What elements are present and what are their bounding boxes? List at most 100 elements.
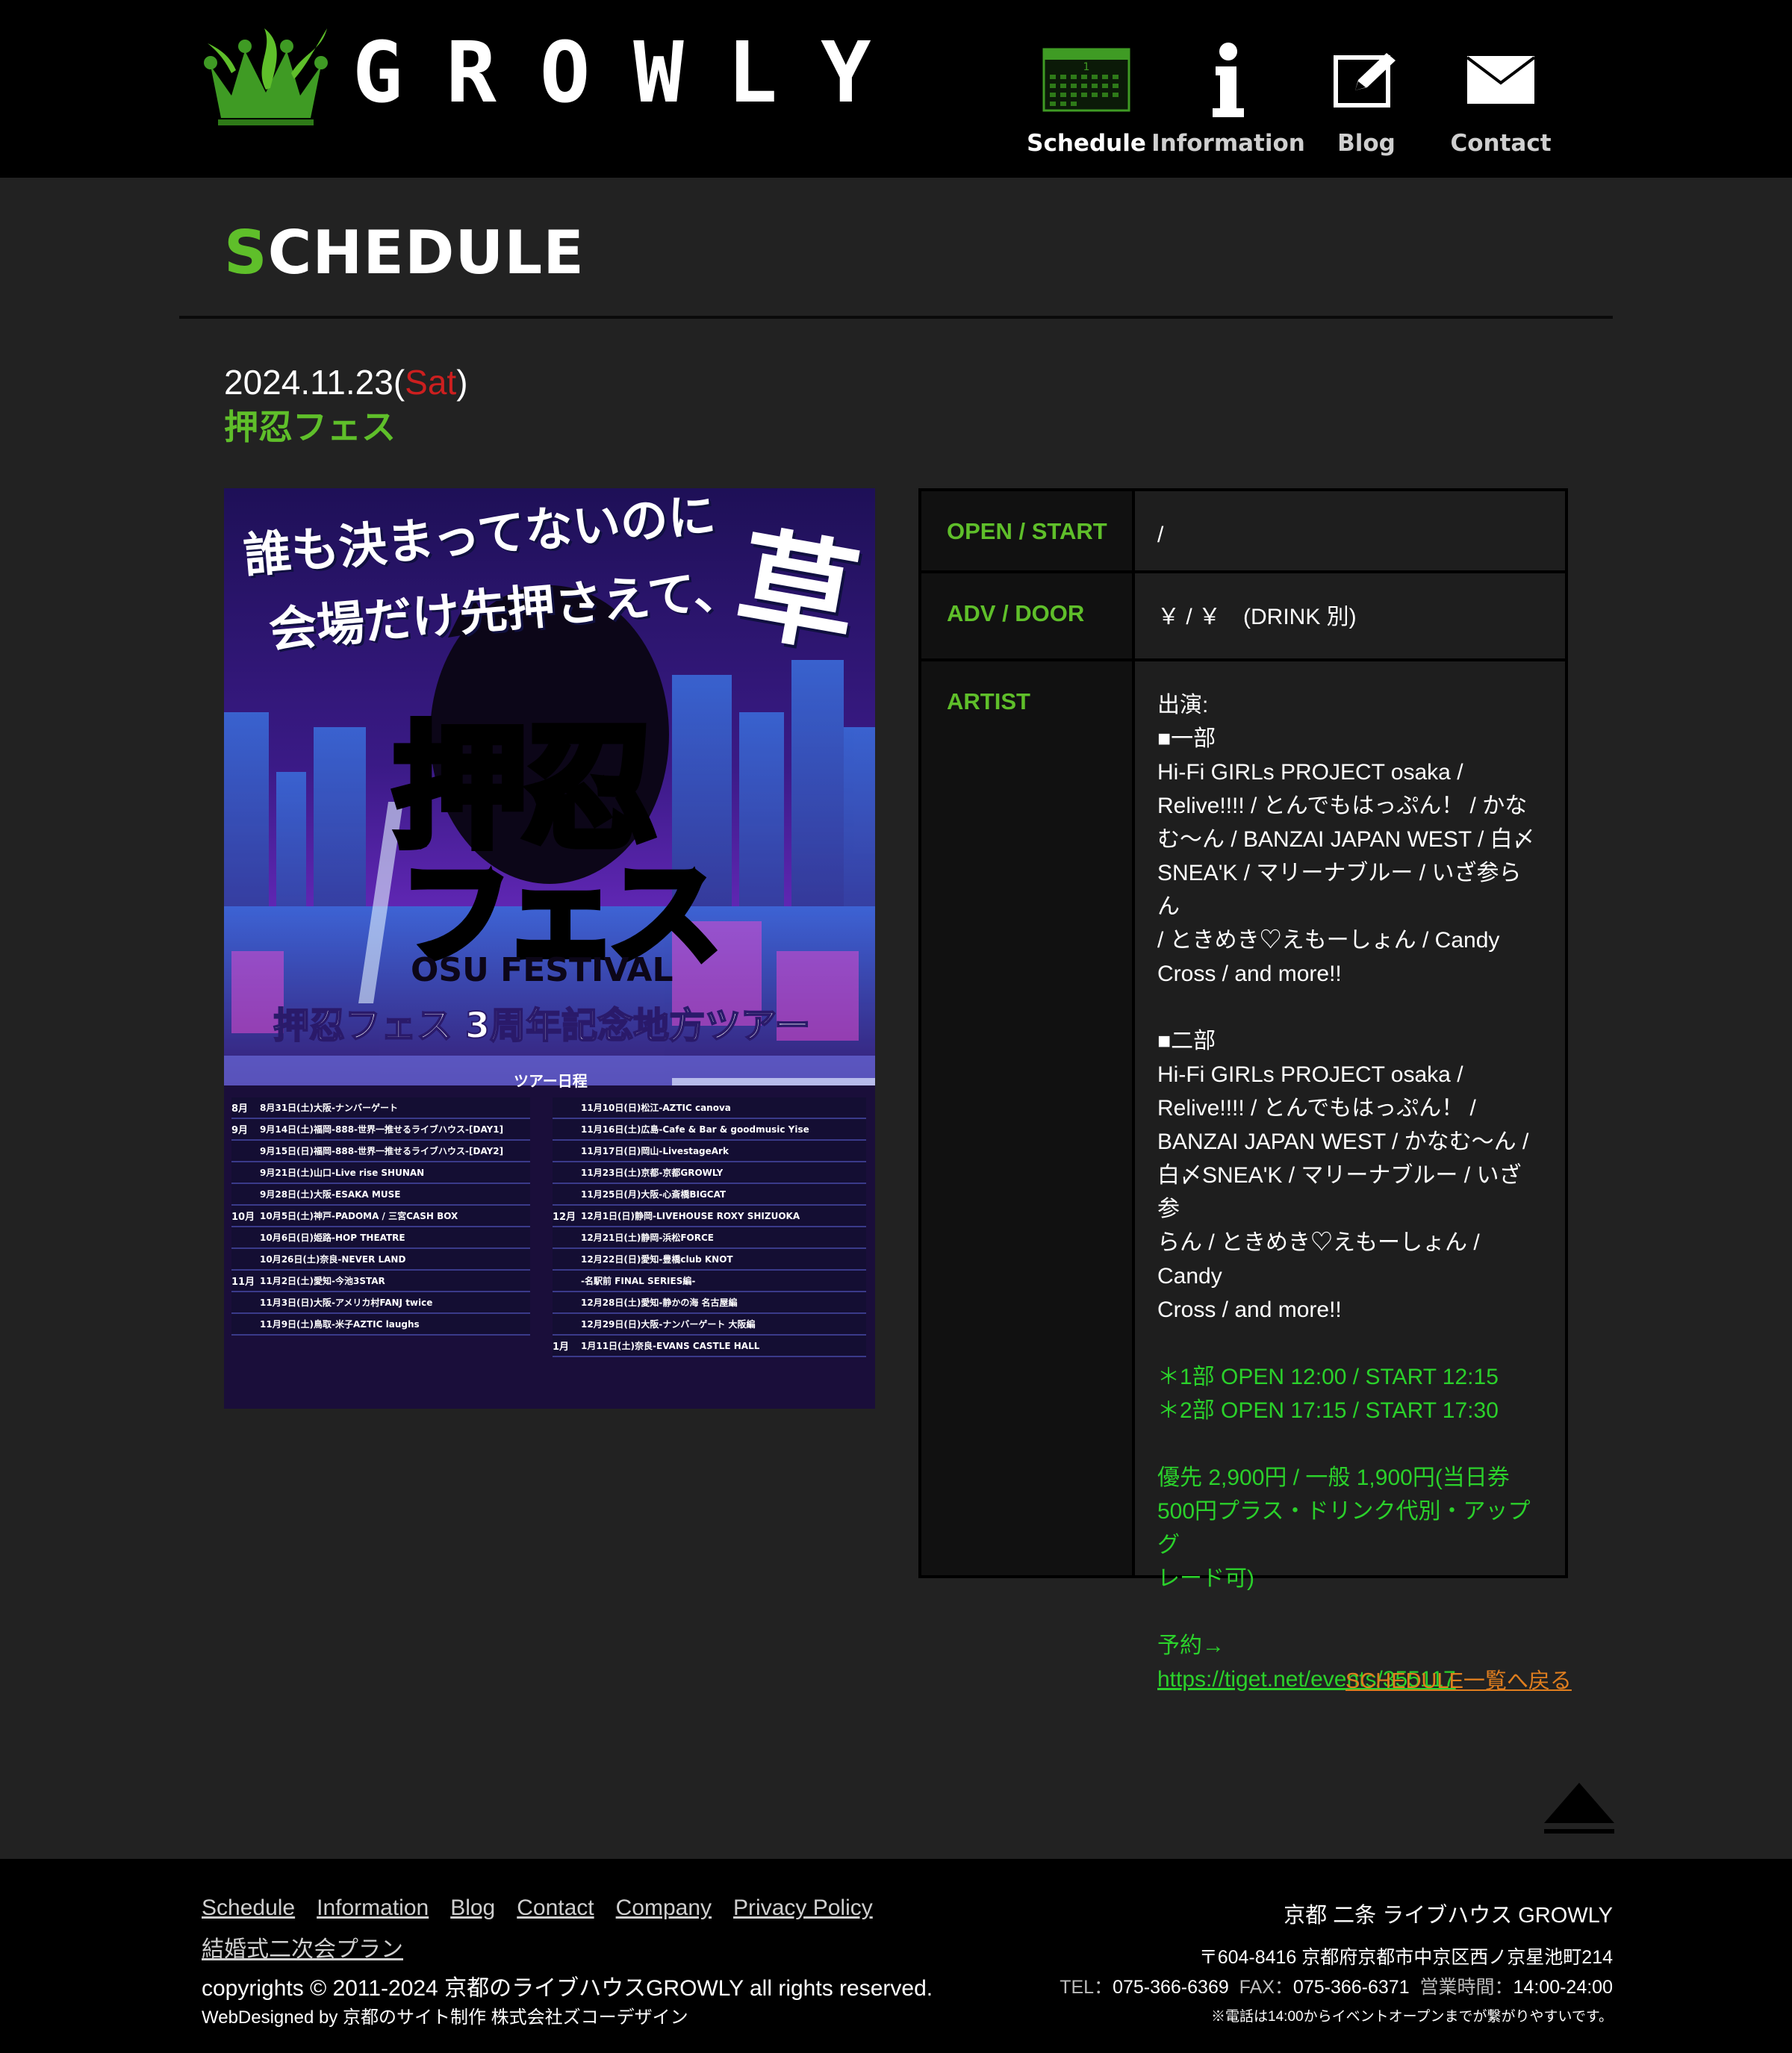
artist-line: Relive!!!! / とんでもはっぷん！ / <box>1157 1096 1476 1121</box>
footer-link-contact[interactable]: Contact <box>517 1887 594 1929</box>
main-nav: 1 Schedule Information Blog Contact <box>1023 39 1572 157</box>
fax-label: FAX： <box>1239 1977 1293 1998</box>
tour-date-row: 10月6日(日)姫路-HOP THEATRE <box>231 1227 530 1249</box>
tour-date-row: 11月10日(日)松江-AZTIC canova <box>553 1097 866 1119</box>
tour-month: 9月 <box>231 1125 249 1136</box>
envelope-icon <box>1466 39 1536 121</box>
page-top-icon[interactable] <box>1544 1783 1614 1837</box>
nav-information[interactable]: Information <box>1151 39 1305 157</box>
event-note-line: 予約→ <box>1157 1633 1225 1658</box>
tour-date-row: 8月 8月31日(土)大阪-ナンバーゲート <box>231 1097 530 1119</box>
event-date-close-paren: ) <box>456 363 468 402</box>
info-value-artist: 出演: ■一部 Hi-Fi GIRLs PROJECT osaka / Relive!… <box>1135 661 1565 1692</box>
info-row-artist: ARTIST 出演: ■一部 Hi-Fi GIRLs PROJECT osaka /… <box>921 661 1565 1692</box>
calendar-icon: 1 <box>1042 39 1130 121</box>
artist-line: Hi-Fi GIRLs PROJECT osaka / <box>1157 760 1463 785</box>
info-label-adv: ADV / DOOR <box>921 573 1132 658</box>
hours-value: 14:00-24:00 <box>1513 1977 1613 1998</box>
copyright: copyrights © 2011-2024 京都のライブハウスGROWLY a… <box>202 1976 933 2001</box>
artist-line <box>1157 991 1543 1024</box>
event-notes: ＊1部 OPEN 12:00 / START 12:15 ＊2部 OPEN 17:… <box>1157 1360 1543 1663</box>
nav-schedule-label: Schedule <box>1027 130 1146 157</box>
section-title: SCHEDULE <box>224 218 585 287</box>
tour-date: 10月5日(土)神戸-PADOMA / 三宮CASH BOX <box>260 1211 458 1221</box>
tour-date: 9月14日(土)福岡-888-世界一推せるライブハウス-[DAY1] <box>260 1124 504 1135</box>
tel-label: TEL： <box>1060 1977 1113 1998</box>
nav-information-label: Information <box>1151 130 1305 157</box>
info-label-artist: ARTIST <box>921 661 1132 1575</box>
tour-date-row: 9月21日(土)山口-Live rise SHUNAN <box>231 1162 530 1184</box>
info-value-adv: ￥ / ￥ (DRINK 別) <box>1135 573 1565 658</box>
footer-link-schedule[interactable]: Schedule <box>202 1887 295 1929</box>
tour-date: 12月28日(土)愛知-静かの海 名古屋編 <box>581 1297 738 1308</box>
flyer-subtitle: 押忍フェス 3周年記念地方ツアー <box>273 1004 811 1047</box>
site-header: GROWLY 1 Schedule Information Blog Conta… <box>0 0 1792 178</box>
event-date-value: 2024.11.23 <box>224 363 393 402</box>
event-note-line <box>1157 1595 1543 1629</box>
event-note-line: ＊1部 OPEN 12:00 / START 12:15 <box>1157 1365 1499 1389</box>
tour-date: 1月11日(土)奈良-EVANS CASTLE HALL <box>581 1341 760 1351</box>
event-note-line: レード可) <box>1157 1566 1254 1591</box>
event-note-line: 優先 2,900円 / 一般 1,900円(当日券 <box>1157 1465 1510 1490</box>
info-label-open: OPEN / START <box>921 491 1132 570</box>
tour-date-row: 11月17日(日)岡山-LivestageArk <box>553 1141 866 1162</box>
tour-date: 11月16日(土)広島-Cafe & Bar & goodmusic Yise <box>581 1124 809 1135</box>
info-row-adv: ADV / DOOR ￥ / ￥ (DRINK 別) <box>921 573 1565 658</box>
tour-date-row: 11月25日(月)大阪-心斎橋BIGCAT <box>553 1184 866 1206</box>
tour-date-row: 9月 9月14日(土)福岡-888-世界一推せるライブハウス-[DAY1] <box>231 1119 530 1141</box>
section-title-rest: CHEDULE <box>267 218 585 287</box>
venue-name: 京都 二条 ライブハウス GROWLY <box>1284 1904 1613 1928</box>
footer-link-privacy[interactable]: Privacy Policy <box>733 1887 873 1929</box>
artist-line: 出演: <box>1157 693 1209 717</box>
tour-date: 12月21日(土)静岡-浜松FORCE <box>581 1233 714 1243</box>
tour-month: 11月 <box>231 1277 255 1288</box>
nav-blog-label: Blog <box>1337 130 1396 157</box>
tour-date: 12月22日(日)愛知-豊橋club KNOT <box>581 1254 733 1265</box>
tour-date: 11月17日(日)岡山-LivestageArk <box>581 1146 729 1156</box>
tour-date-row: 10月26日(土)奈良-NEVER LAND <box>231 1249 530 1271</box>
event-note-line: 500円プラス・ドリンク代別・アップグ <box>1157 1499 1531 1557</box>
tour-date: -名駅前 FINAL SERIES編- <box>581 1276 696 1286</box>
tour-date-row: 1月 1月11日(土)奈良-EVANS CASTLE HALL <box>553 1336 866 1357</box>
tour-date: 9月28日(土)大阪-ESAKA MUSE <box>260 1189 401 1200</box>
venue-contact: TEL：075-366-6369 FAX：075-366-6371 営業時間：1… <box>1060 1972 1613 1999</box>
tour-date: 10月6日(日)姫路-HOP THEATRE <box>260 1233 405 1243</box>
tour-date: 8月31日(土)大阪-ナンバーゲート <box>260 1103 398 1113</box>
phone-note: ※電話は14:00からイベントオープンまでが繋がりやすいです。 <box>1211 2009 1613 2025</box>
tour-date-row: 11月9日(土)鳥取-米子AZTIC laughs <box>231 1314 530 1336</box>
artist-line: らん / ときめき♡えもーしょん / Candy <box>1157 1230 1480 1289</box>
tour-month: 8月 <box>231 1103 249 1115</box>
artist-line: Relive!!!! / とんでもはっぷん！ / かな <box>1157 794 1528 818</box>
tour-date: 11月23日(土)京都-京都GROWLY <box>581 1168 724 1178</box>
web-designed-by: WebDesigned by 京都のサイト制作 株式会社ズコーデザイン <box>202 2007 688 2028</box>
section-divider <box>179 316 1613 319</box>
nav-contact[interactable]: Contact <box>1430 39 1572 157</box>
hours-label: 営業時間： <box>1419 1977 1513 1998</box>
artist-line: / ときめき♡えもーしょん / Candy <box>1157 928 1500 953</box>
artist-line: 白〆SNEA'K / マリーナブルー / いざ参 <box>1157 1163 1522 1221</box>
footer-link-wedding-plan[interactable]: 結婚式二次会プラン <box>202 1929 403 1971</box>
site-footer: Schedule Information Blog Contact Compan… <box>0 1859 1792 2053</box>
artist-line: BANZAI JAPAN WEST / かなむ〜ん / <box>1157 1130 1529 1154</box>
tour-month: 1月 <box>553 1342 570 1353</box>
tour-date: 10月26日(土)奈良-NEVER LAND <box>260 1254 406 1265</box>
tour-date-row: 9月28日(土)大阪-ESAKA MUSE <box>231 1184 530 1206</box>
crown-icon <box>204 28 328 125</box>
tel-value: 075-366-6369 <box>1113 1977 1229 1998</box>
nav-schedule[interactable]: 1 Schedule <box>1023 39 1150 157</box>
tour-date-row: 12月21日(土)静岡-浜松FORCE <box>553 1227 866 1249</box>
back-to-schedule-link[interactable]: SCHEDULE一覧へ戻る <box>1345 1663 1572 1695</box>
flyer-tour-label: ツアー日程 <box>514 1072 588 1090</box>
tour-date: 11月9日(土)鳥取-米子AZTIC laughs <box>260 1319 420 1330</box>
tour-date-row: -名駅前 FINAL SERIES編- <box>553 1271 866 1292</box>
tour-date-row: 10月 10月5日(土)神戸-PADOMA / 三宮CASH BOX <box>231 1206 530 1227</box>
tour-date: 11月25日(月)大阪-心斎橋BIGCAT <box>581 1189 727 1200</box>
footer-link-blog[interactable]: Blog <box>450 1887 495 1929</box>
artist-line: Hi-Fi GIRLs PROJECT osaka / <box>1157 1062 1463 1087</box>
tour-month: 12月 <box>553 1212 576 1223</box>
nav-contact-label: Contact <box>1450 130 1552 157</box>
nav-blog[interactable]: Blog <box>1307 39 1426 157</box>
footer-link-company[interactable]: Company <box>616 1887 712 1929</box>
site-logo[interactable]: GROWLY <box>202 21 915 125</box>
footer-link-information[interactable]: Information <box>317 1887 429 1929</box>
